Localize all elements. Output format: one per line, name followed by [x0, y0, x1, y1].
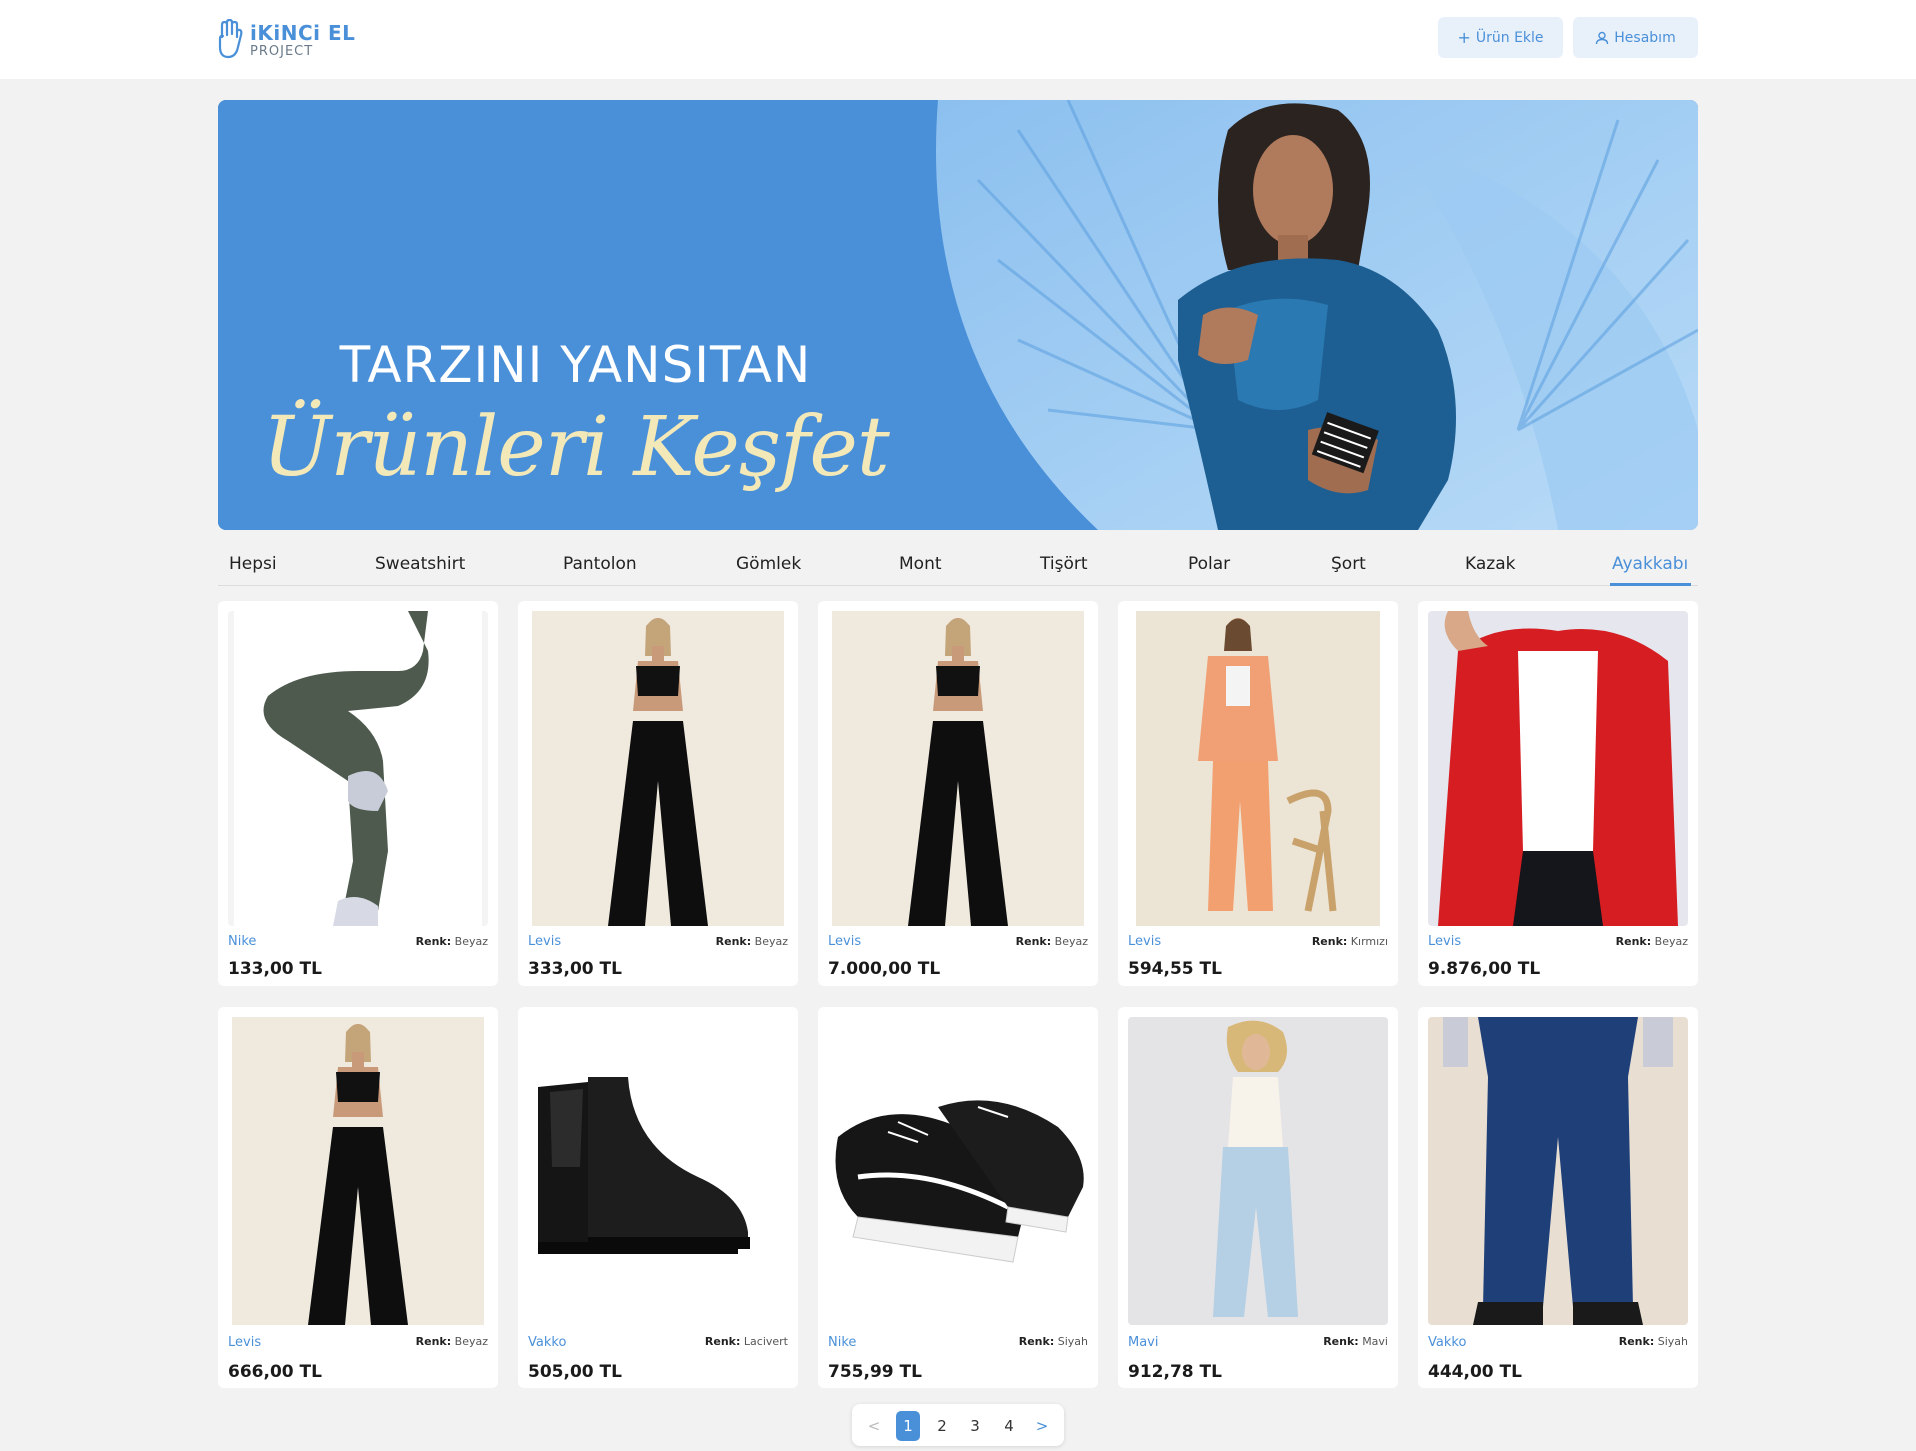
- product-card[interactable]: Levis Renk: Beyaz 333,00 TL: [518, 601, 798, 986]
- product-image[interactable]: [1428, 611, 1688, 926]
- pagination-page-1[interactable]: 1: [896, 1411, 920, 1441]
- tab-polar[interactable]: Polar: [1188, 554, 1230, 574]
- product-image[interactable]: [228, 1017, 488, 1325]
- product-card[interactable]: Levis Renk: Kırmızı 594,55 TL: [1118, 601, 1398, 986]
- product-price: 133,00 TL: [228, 959, 322, 979]
- product-brand[interactable]: Nike: [828, 1335, 856, 1350]
- product-brand[interactable]: Levis: [1428, 934, 1461, 948]
- tab-mont[interactable]: Mont: [899, 554, 942, 574]
- pagination-prev-button[interactable]: <: [862, 1414, 886, 1438]
- product-price: 594,55 TL: [1128, 959, 1222, 979]
- product-color: Renk: Beyaz: [415, 1335, 488, 1348]
- product-brand[interactable]: Vakko: [1428, 1335, 1466, 1350]
- plus-icon: +: [1457, 28, 1471, 47]
- product-color: Renk: Mavi: [1323, 1335, 1388, 1348]
- tab-hepsi[interactable]: Hepsi: [229, 554, 277, 574]
- hero-banner[interactable]: TARZINI YANSITAN Ürünleri Keşfet: [218, 100, 1698, 530]
- product-card[interactable]: Levis Renk: Beyaz 7.000,00 TL: [818, 601, 1098, 986]
- tab-tisort[interactable]: Tişört: [1040, 554, 1088, 574]
- banner-script-title: Ürünleri Keşfet: [262, 400, 890, 495]
- pagination-page-2[interactable]: 2: [930, 1414, 954, 1438]
- tab-sort[interactable]: Şort: [1331, 554, 1366, 574]
- product-color: Renk: Beyaz: [415, 935, 488, 948]
- active-tab-indicator: [1610, 583, 1691, 586]
- product-brand[interactable]: Levis: [1128, 934, 1161, 948]
- logo-title: iKiNCi EL: [250, 20, 356, 45]
- tab-pantolon[interactable]: Pantolon: [563, 554, 637, 574]
- category-tabs: Hepsi Sweatshirt Pantolon Gömlek Mont Ti…: [218, 548, 1698, 586]
- product-color: Renk: Beyaz: [715, 935, 788, 948]
- banner-headline: TARZINI YANSITAN: [339, 336, 812, 394]
- product-color: Renk: Beyaz: [1615, 935, 1688, 948]
- product-card[interactable]: Levis Renk: Beyaz 666,00 TL: [218, 1007, 498, 1388]
- account-button[interactable]: Hesabım: [1573, 17, 1698, 58]
- tab-ayakkabi[interactable]: Ayakkabı: [1612, 554, 1688, 574]
- product-price: 9.876,00 TL: [1428, 959, 1541, 979]
- product-price: 912,78 TL: [1128, 1362, 1222, 1382]
- product-price: 505,00 TL: [528, 1362, 622, 1382]
- product-color: Renk: Kırmızı: [1311, 935, 1388, 948]
- product-image[interactable]: [528, 611, 788, 926]
- pagination-next-button[interactable]: >: [1030, 1414, 1054, 1438]
- product-card[interactable]: Vakko Renk: Lacivert 505,00 TL: [518, 1007, 798, 1388]
- product-brand[interactable]: Levis: [828, 934, 861, 948]
- hand-logo-icon: [218, 19, 243, 59]
- product-price: 7.000,00 TL: [828, 959, 941, 979]
- product-brand[interactable]: Levis: [528, 934, 561, 948]
- product-color: Renk: Beyaz: [1015, 935, 1088, 948]
- tab-sweatshirt[interactable]: Sweatshirt: [375, 554, 465, 574]
- product-brand[interactable]: Levis: [228, 1335, 261, 1350]
- logo-subtitle: PROJECT: [250, 43, 314, 59]
- product-card[interactable]: Vakko Renk: Siyah 444,00 TL: [1418, 1007, 1698, 1388]
- top-header: iKiNCi EL PROJECT + Ürün Ekle Hesabım: [0, 0, 1916, 79]
- add-product-label: Ürün Ekle: [1475, 29, 1544, 46]
- tab-kazak[interactable]: Kazak: [1465, 554, 1515, 574]
- user-icon: [1596, 31, 1609, 44]
- product-price: 444,00 TL: [1428, 1362, 1522, 1382]
- pagination-page-4[interactable]: 4: [997, 1414, 1021, 1438]
- tab-gomlek[interactable]: Gömlek: [736, 554, 801, 574]
- product-image[interactable]: [528, 1017, 788, 1325]
- pagination: < 1 2 3 4 >: [852, 1404, 1064, 1446]
- product-card[interactable]: Nike Renk: Siyah 755,99 TL: [818, 1007, 1098, 1388]
- product-price: 666,00 TL: [228, 1362, 322, 1382]
- product-card[interactable]: Nike Renk: Beyaz 133,00 TL: [218, 601, 498, 986]
- product-brand[interactable]: Nike: [228, 934, 256, 948]
- product-card[interactable]: Mavi Renk: Mavi 912,78 TL: [1118, 1007, 1398, 1388]
- product-image[interactable]: [1128, 1017, 1388, 1325]
- product-price: 333,00 TL: [528, 959, 622, 979]
- product-image[interactable]: [828, 1017, 1088, 1325]
- site-logo[interactable]: iKiNCi EL PROJECT: [216, 18, 356, 62]
- product-color: Renk: Lacivert: [704, 1335, 788, 1348]
- pagination-page-3[interactable]: 3: [963, 1414, 987, 1438]
- product-color: Renk: Siyah: [1618, 1335, 1688, 1348]
- product-image[interactable]: [828, 611, 1088, 926]
- product-brand[interactable]: Vakko: [528, 1335, 566, 1350]
- product-price: 755,99 TL: [828, 1362, 922, 1382]
- product-brand[interactable]: Mavi: [1128, 1335, 1159, 1350]
- product-color: Renk: Siyah: [1018, 1335, 1088, 1348]
- add-product-button[interactable]: + Ürün Ekle: [1438, 17, 1563, 58]
- product-image[interactable]: [228, 611, 488, 926]
- product-image[interactable]: [1128, 611, 1388, 926]
- product-image[interactable]: [1428, 1017, 1688, 1325]
- product-card[interactable]: Levis Renk: Beyaz 9.876,00 TL: [1418, 601, 1698, 986]
- account-label: Hesabım: [1614, 29, 1676, 46]
